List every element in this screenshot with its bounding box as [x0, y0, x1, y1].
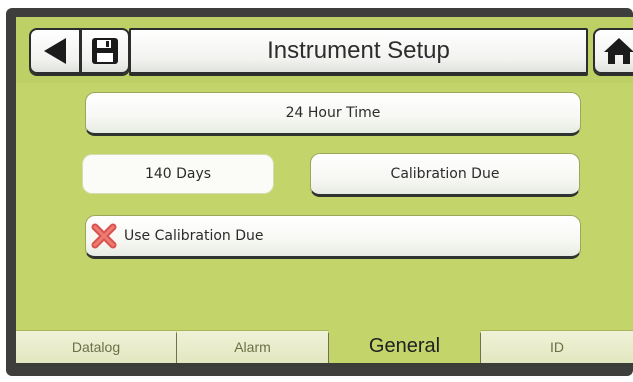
tab-general[interactable]: General — [329, 330, 480, 363]
home-icon — [604, 38, 633, 64]
back-arrow-icon — [44, 38, 66, 64]
tab-general-label: General — [368, 335, 441, 357]
screen-bottom-edge — [16, 363, 633, 367]
calibration-interval-field[interactable]: 140 Days — [82, 154, 274, 194]
time-format-button[interactable]: 24 Hour Time — [85, 92, 581, 136]
tab-alarm-label: Alarm — [234, 339, 271, 355]
home-button[interactable] — [593, 28, 633, 74]
use-calibration-due-label: Use Calibration Due — [124, 228, 264, 244]
tab-id[interactable]: ID — [481, 330, 633, 363]
floppy-disk-icon — [92, 38, 118, 64]
calibration-due-button[interactable]: Calibration Due — [310, 153, 580, 197]
use-calibration-due-toggle[interactable]: Use Calibration Due — [85, 215, 581, 259]
page-title: Instrument Setup — [129, 28, 588, 74]
time-format-label: 24 Hour Time — [285, 105, 381, 121]
save-button[interactable] — [80, 28, 130, 74]
calibration-due-label: Calibration Due — [390, 166, 500, 182]
calibration-interval-value: 140 Days — [144, 166, 212, 182]
tab-id-label: ID — [550, 339, 564, 355]
back-button[interactable] — [29, 28, 81, 74]
x-mark-icon — [91, 223, 117, 249]
instrument-screen: Instrument Setup 24 Hour Time 140 Days C… — [16, 17, 633, 367]
tab-datalog-label: Datalog — [71, 339, 121, 355]
tab-alarm[interactable]: Alarm — [177, 330, 328, 363]
tab-datalog[interactable]: Datalog — [16, 330, 176, 363]
